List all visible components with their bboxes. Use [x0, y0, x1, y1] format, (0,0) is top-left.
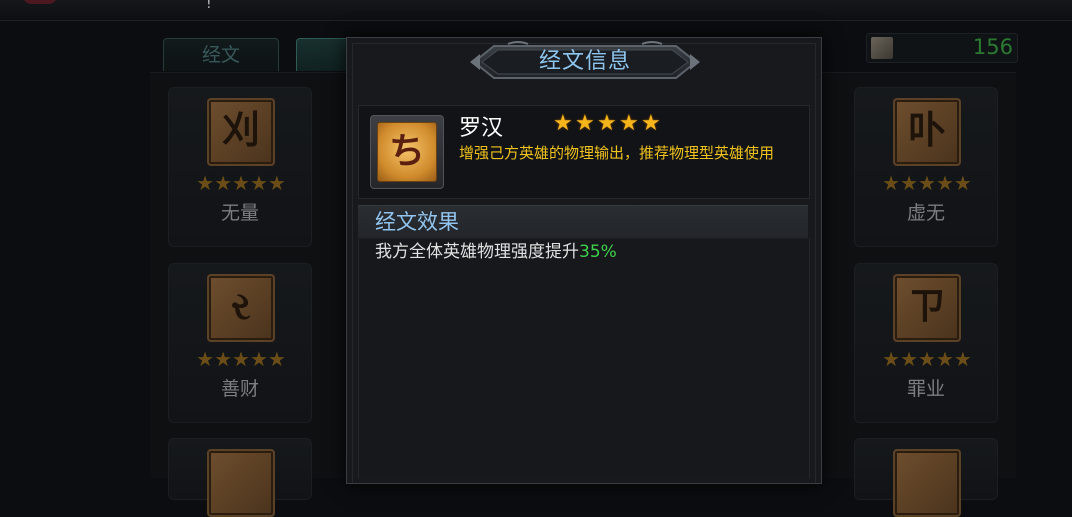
- modal-title-plate: 经文信息: [468, 40, 702, 84]
- scripture-icon: [207, 449, 275, 517]
- arhat-rune-icon: ち: [377, 122, 437, 182]
- scroll-icon: [871, 37, 893, 59]
- scripture-card-left-2[interactable]: ર ★★★★★ 善财: [168, 263, 312, 423]
- scripture-card-right-3[interactable]: [854, 438, 998, 517]
- star-rating: ★★★★★: [882, 171, 972, 195]
- top-bar: !: [0, 0, 1072, 21]
- scripture-icon: ㄗ: [893, 274, 961, 342]
- star-icon: ★: [553, 111, 573, 136]
- scripture-card-right-2[interactable]: ㄗ ★★★★★ 罪业: [854, 263, 998, 423]
- card-name: 罪业: [906, 378, 945, 400]
- modal-title: 经文信息: [538, 49, 631, 74]
- star-rating: ★★★★★: [196, 171, 286, 195]
- star-icon: ★: [597, 111, 617, 136]
- effect-heading: 经文效果: [375, 210, 459, 234]
- scripture-card-right-1[interactable]: 卟 ★★★★★ 虚无: [854, 87, 998, 247]
- effect-description: 我方全体英雄物理强度提升35%: [375, 241, 617, 263]
- card-name: 虚无: [906, 202, 945, 224]
- scripture-large-icon: ち: [370, 115, 444, 189]
- avatar-fragment: [22, 0, 58, 4]
- currency-value: 156: [972, 35, 1013, 59]
- scripture-description: 增强己方英雄的物理输出，推荐物理型英雄使用: [459, 144, 775, 162]
- scripture-icon: ર: [207, 274, 275, 342]
- tab-scripture[interactable]: 经文: [163, 38, 279, 71]
- scripture-name: 罗汉: [459, 116, 504, 141]
- scripture-card-left-1[interactable]: 刈 ★★★★★ 无量: [168, 87, 312, 247]
- scripture-icon: 卟: [893, 98, 961, 166]
- currency-display: 156: [866, 33, 1018, 63]
- star-rating: ★★★★★: [882, 347, 972, 371]
- star-icon: ★: [575, 111, 595, 136]
- effect-value: 35%: [579, 242, 617, 262]
- star-icon: ★: [641, 111, 661, 136]
- star-icon: ★: [619, 111, 639, 136]
- scripture-star-rating: ★ ★ ★ ★ ★: [553, 113, 665, 137]
- card-name: 善财: [220, 378, 259, 400]
- scripture-icon: 刈: [207, 98, 275, 166]
- scripture-icon: [893, 449, 961, 517]
- card-name: 无量: [220, 202, 259, 224]
- effect-area: [358, 238, 810, 478]
- effect-text: 我方全体英雄物理强度提升: [375, 242, 579, 262]
- star-rating: ★★★★★: [196, 347, 286, 371]
- effect-section-header: 经文效果: [358, 205, 808, 239]
- scripture-card-left-3[interactable]: [168, 438, 312, 517]
- notice-mark: !: [206, 0, 212, 12]
